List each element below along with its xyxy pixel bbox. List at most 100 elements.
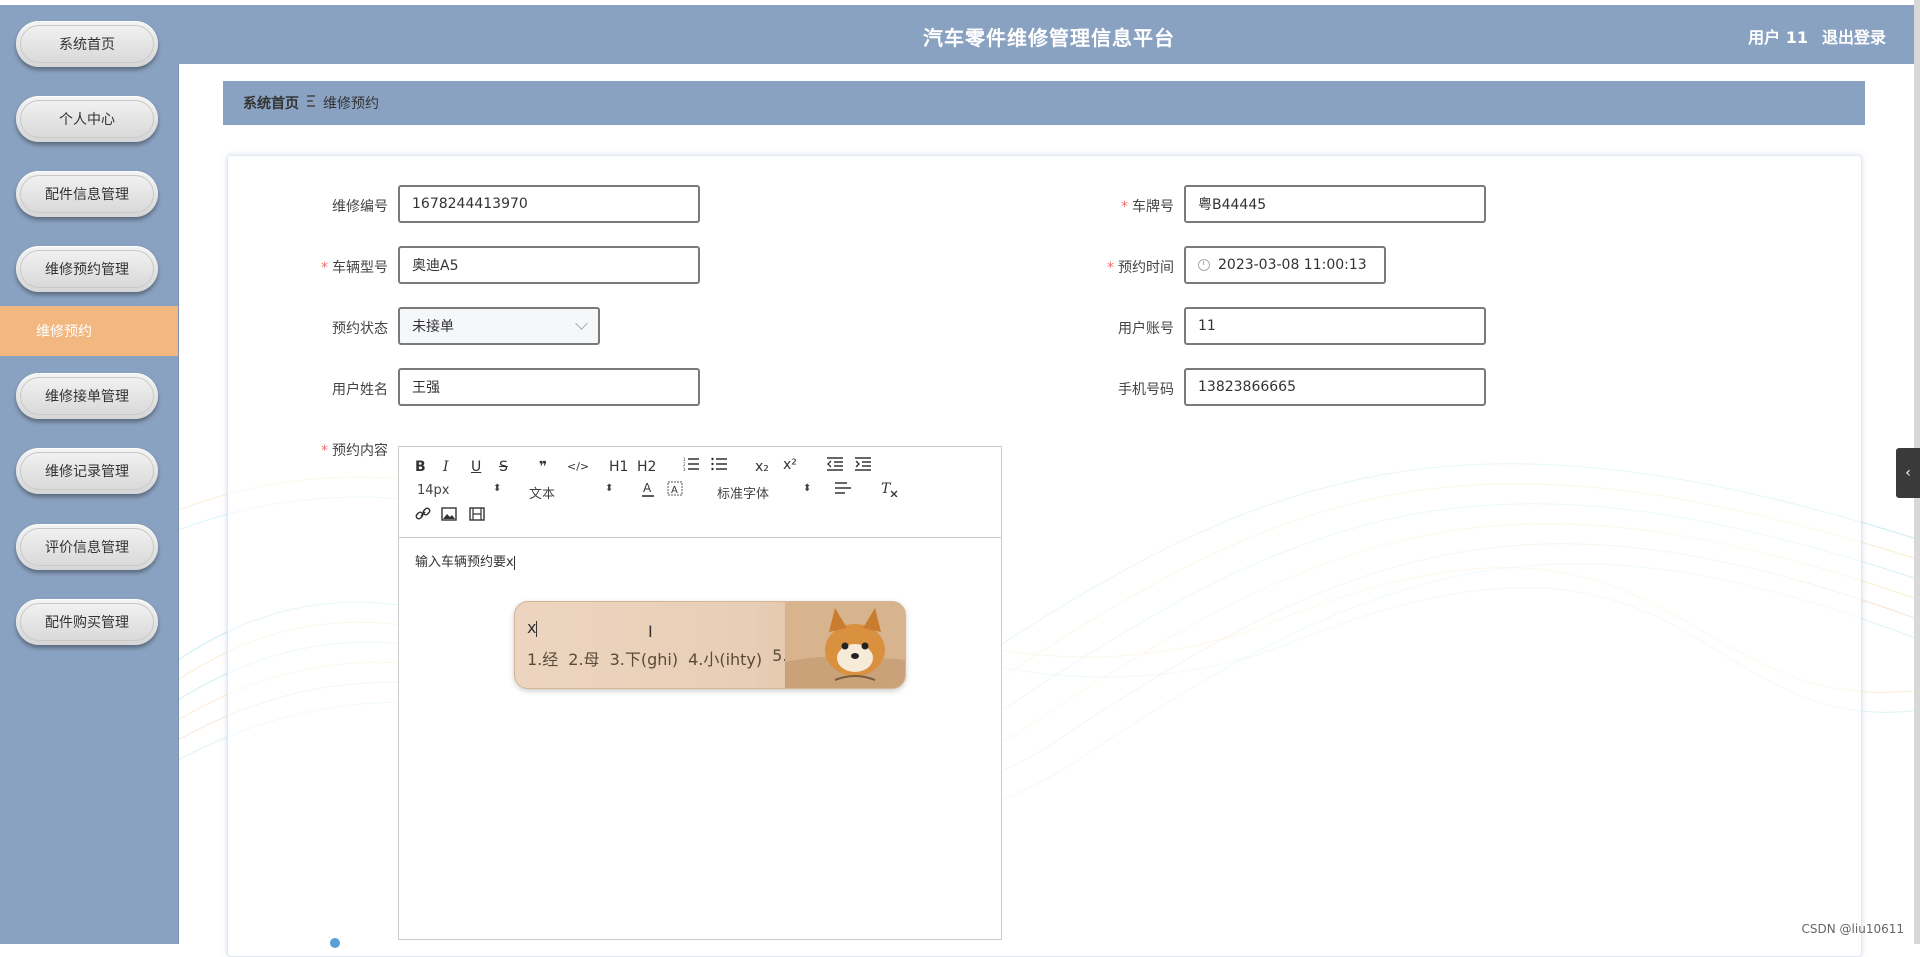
code-button[interactable]: </> bbox=[567, 459, 589, 475]
sidebar-item-purchase[interactable]: 配件购买管理 bbox=[16, 599, 158, 645]
appointment-time-picker[interactable]: 2023-03-08 11:00:13 bbox=[1184, 246, 1386, 284]
sidebar-item-appointments[interactable]: 维修预约管理 bbox=[16, 246, 158, 292]
select-value: 标准字体 bbox=[717, 487, 770, 502]
indent-icon[interactable] bbox=[855, 457, 871, 475]
ime-candidate[interactable]: 4.小(ihty) bbox=[688, 646, 762, 670]
rich-text-editor: B I U S ❞ </> H1 H2 123 x₂ x² 14px ⬍ 文本 ⬍ … bbox=[398, 446, 1002, 940]
bold-button[interactable]: B bbox=[415, 459, 426, 475]
image-icon[interactable] bbox=[441, 507, 457, 525]
car-model-input[interactable]: 奥迪A5 bbox=[398, 246, 700, 284]
repair-no-input[interactable]: 1678244413970 bbox=[398, 185, 700, 223]
strike-button[interactable]: S bbox=[499, 459, 508, 475]
underline-button[interactable]: U bbox=[471, 459, 481, 475]
chevron-down-icon bbox=[575, 317, 588, 330]
sidebar-item-home[interactable]: 系统首页 bbox=[16, 21, 158, 67]
align-icon[interactable] bbox=[835, 481, 851, 499]
sidebar-item-label: 维修接单管理 bbox=[45, 389, 129, 405]
input-value: 粤B44445 bbox=[1198, 197, 1267, 213]
input-value: 奥迪A5 bbox=[412, 258, 459, 274]
input-value: 王强 bbox=[412, 380, 440, 396]
ime-candidate[interactable]: 3.下(ghi) bbox=[610, 646, 679, 670]
superscript-button[interactable]: x² bbox=[783, 457, 797, 473]
sidebar-item-orders[interactable]: 维修接单管理 bbox=[16, 373, 158, 419]
user-account-label: 用户账号 bbox=[1118, 321, 1174, 337]
user-label: 用户 11 bbox=[1748, 28, 1808, 47]
ime-candidate[interactable]: 2.母 bbox=[568, 646, 599, 670]
link-icon[interactable] bbox=[415, 507, 431, 525]
font-family-select[interactable]: 标准字体 ⬍ bbox=[717, 483, 811, 502]
ime-composition: x bbox=[527, 618, 538, 637]
editor-toolbar: B I U S ❞ </> H1 H2 123 x₂ x² 14px ⬍ 文本 ⬍ … bbox=[399, 447, 1001, 538]
appointment-time-label: * 预约时间 bbox=[1107, 260, 1174, 276]
input-value: 2023-03-08 11:00:13 bbox=[1218, 257, 1367, 273]
sidebar-item-label: 配件购买管理 bbox=[45, 615, 129, 631]
content-label: * 预约内容 bbox=[321, 443, 388, 459]
phone-input[interactable]: 13823866665 bbox=[1184, 368, 1486, 406]
outdent-icon[interactable] bbox=[827, 457, 843, 475]
quote-button[interactable]: ❞ bbox=[539, 459, 547, 475]
text-cursor-icon: Ι bbox=[648, 622, 653, 641]
sidebar-item-label: 系统首页 bbox=[59, 37, 115, 53]
input-value: 1678244413970 bbox=[412, 196, 528, 212]
input-value: 11 bbox=[1198, 318, 1216, 334]
ime-candidate[interactable]: 1.经 bbox=[527, 646, 558, 670]
plate-no-input[interactable]: 粤B44445 bbox=[1184, 185, 1486, 223]
watermark: CSDN @liu10611 bbox=[1801, 922, 1904, 936]
sidebar: 系统首页 个人中心 配件信息管理 维修预约管理 维修预约 维修接单管理 维修记录… bbox=[0, 0, 179, 944]
site-title: 汽车零件维修管理信息平台 bbox=[923, 26, 1175, 50]
sidebar-item-label: 维修记录管理 bbox=[45, 464, 129, 480]
h1-button[interactable]: H1 bbox=[609, 459, 628, 475]
svg-text:A: A bbox=[671, 485, 678, 496]
sidebar-item-records[interactable]: 维修记录管理 bbox=[16, 448, 158, 494]
svg-text:A: A bbox=[643, 481, 652, 495]
repair-no-label: 维修编号 bbox=[332, 199, 388, 215]
bullet-list-icon[interactable] bbox=[711, 457, 727, 475]
text-caret bbox=[513, 555, 515, 570]
video-icon[interactable] bbox=[469, 507, 485, 525]
editor-content[interactable]: 输入车辆预约要x bbox=[415, 551, 515, 570]
sidebar-item-reviews[interactable]: 评价信息管理 bbox=[16, 524, 158, 570]
phone-label: 手机号码 bbox=[1118, 382, 1174, 398]
font-size-select[interactable]: 14px ⬍ bbox=[417, 483, 501, 498]
clear-format-icon[interactable]: T bbox=[881, 481, 899, 501]
svg-text:3: 3 bbox=[683, 467, 686, 471]
breadcrumb: 系统首页 维修预约 bbox=[223, 81, 1865, 125]
font-color-icon[interactable]: A bbox=[641, 481, 655, 501]
ime-candidate-list: 1.经 2.母 3.下(ghi) 4.小(ihty) 5.↓ bbox=[527, 646, 801, 670]
ordered-list-icon[interactable]: 123 bbox=[683, 457, 699, 475]
menu-lines-icon bbox=[307, 95, 315, 111]
sidebar-item-label: 个人中心 bbox=[59, 112, 115, 128]
status-select[interactable]: 未接单 bbox=[398, 307, 600, 345]
subscript-button[interactable]: x₂ bbox=[755, 459, 769, 475]
h2-button[interactable]: H2 bbox=[637, 459, 656, 475]
breadcrumb-current: 维修预约 bbox=[323, 96, 379, 112]
sidebar-item-personal[interactable]: 个人中心 bbox=[16, 96, 158, 142]
shiba-dog-illustration bbox=[785, 602, 905, 688]
select-value: 14px bbox=[417, 483, 450, 498]
car-model-label: * 车辆型号 bbox=[321, 260, 388, 276]
sidebar-item-parts[interactable]: 配件信息管理 bbox=[16, 171, 158, 217]
select-arrows-icon: ⬍ bbox=[493, 483, 502, 494]
sidebar-item-label: 配件信息管理 bbox=[45, 187, 129, 203]
user-name-input[interactable]: 王强 bbox=[398, 368, 700, 406]
ime-candidate-popup: x 1.经 2.母 3.下(ghi) 4.小(ihty) 5.↓ bbox=[514, 601, 906, 689]
select-value: 文本 bbox=[529, 487, 556, 502]
clock-icon bbox=[1198, 259, 1210, 271]
user-account-input[interactable]: 11 bbox=[1184, 307, 1486, 345]
sidebar-subitem-appointment[interactable]: 维修预约 bbox=[0, 306, 178, 356]
user-name-label: 用户姓名 bbox=[332, 382, 388, 398]
background-color-icon[interactable]: A bbox=[667, 481, 683, 501]
user-area: 用户 11 退出登录 bbox=[1748, 24, 1886, 48]
header-select[interactable]: 文本 ⬍ bbox=[529, 483, 613, 502]
plate-no-label: * 车牌号 bbox=[1121, 199, 1174, 215]
chevron-left-icon: ‹ bbox=[1905, 465, 1911, 481]
collapse-panel-button[interactable]: ‹ bbox=[1896, 448, 1920, 498]
svg-text:T: T bbox=[881, 481, 892, 497]
status-label: 预约状态 bbox=[332, 321, 388, 337]
input-value: 未接单 bbox=[412, 319, 454, 335]
select-arrows-icon: ⬍ bbox=[803, 483, 812, 494]
logout-link[interactable]: 退出登录 bbox=[1822, 24, 1886, 48]
breadcrumb-home[interactable]: 系统首页 bbox=[243, 93, 299, 113]
sidebar-item-label: 评价信息管理 bbox=[45, 540, 129, 556]
italic-button[interactable]: I bbox=[443, 459, 449, 475]
